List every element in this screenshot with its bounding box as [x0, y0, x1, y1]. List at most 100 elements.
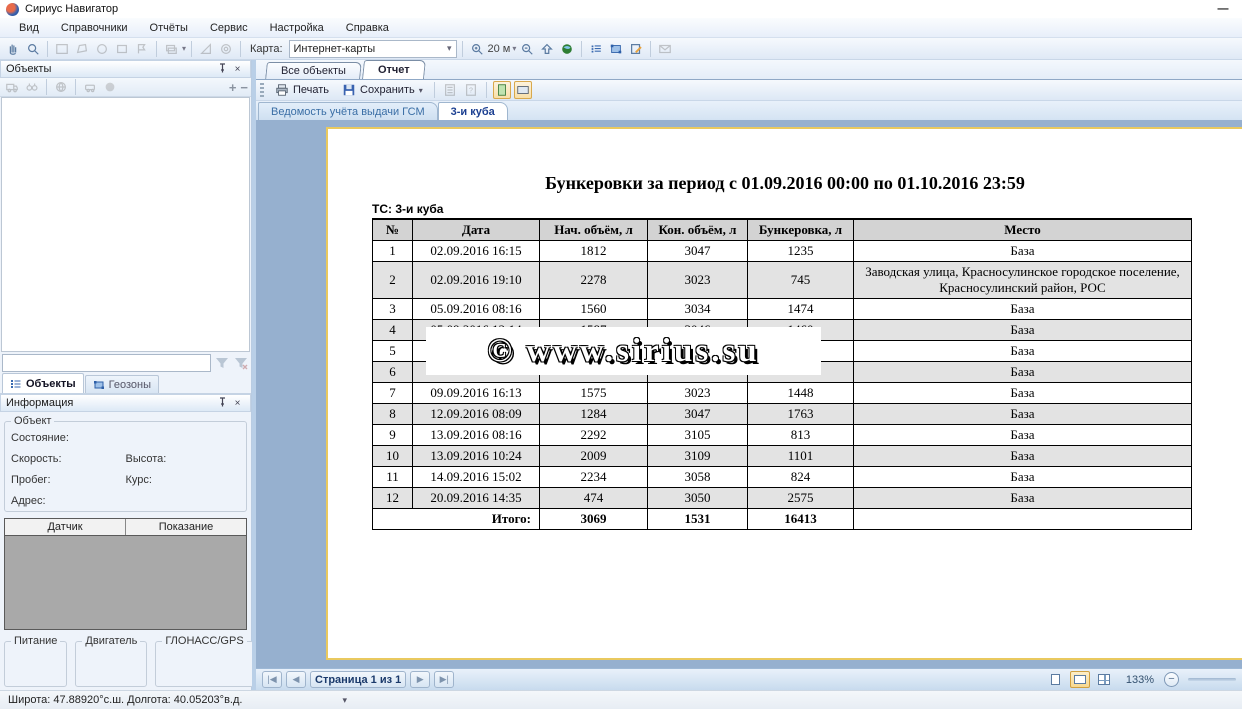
- route-flag-icon[interactable]: [133, 40, 151, 58]
- layers-caret-icon[interactable]: ▾: [182, 44, 186, 53]
- report-table-row: 812.09.2016 08:09128430471763База: [373, 404, 1192, 425]
- add-vehicle-icon[interactable]: [3, 78, 21, 96]
- filter-icon[interactable]: [214, 355, 230, 371]
- page-width-view-icon[interactable]: [514, 81, 532, 99]
- document-tabbar: Все объекты Отчет: [256, 60, 1242, 80]
- pan-hand-icon[interactable]: [4, 40, 22, 58]
- close-icon[interactable]: ×: [230, 398, 245, 409]
- collapse-all-icon[interactable]: −: [240, 80, 248, 95]
- tab-all-objects[interactable]: Все объекты: [265, 62, 362, 79]
- rect-select-icon[interactable]: [113, 40, 131, 58]
- menu-spravochniki[interactable]: Справочники: [50, 20, 139, 36]
- objects-list-icon[interactable]: [587, 40, 605, 58]
- floppy-icon: [342, 83, 356, 97]
- polygon-select-icon[interactable]: [73, 40, 91, 58]
- report-tabbar: Ведомость учёта выдачи ГСМ 3-и куба: [256, 101, 1242, 120]
- tab-geozones[interactable]: Геозоны: [85, 375, 159, 393]
- col-place: Место: [854, 219, 1192, 241]
- binoculars-icon[interactable]: [23, 78, 41, 96]
- expand-all-icon[interactable]: +: [229, 80, 237, 95]
- globe-small-icon[interactable]: [52, 78, 70, 96]
- follow-vehicle-icon[interactable]: [81, 78, 99, 96]
- clear-filter-icon[interactable]: [233, 355, 249, 371]
- objects-list-icon: [10, 378, 22, 390]
- page-setup-icon[interactable]: [441, 81, 459, 99]
- report-viewport[interactable]: Бункеровки за период с 01.09.2016 00:00 …: [256, 120, 1242, 668]
- print-button-label: Печать: [293, 84, 329, 96]
- single-page-view-button[interactable]: [1046, 671, 1066, 688]
- mail-icon[interactable]: [656, 40, 674, 58]
- objects-panel-header: Объекты ×: [0, 60, 251, 78]
- objects-panel-title: Объекты: [6, 63, 51, 75]
- report-table-row: 1114.09.2016 15:0222343058824База: [373, 467, 1192, 488]
- address-label: Адрес:: [11, 495, 240, 507]
- report-table-row: 202.09.2016 19:1022783023745Заводская ул…: [373, 262, 1192, 299]
- geozones-icon[interactable]: [607, 40, 625, 58]
- page-indicator: Страница 1 из 1: [310, 671, 406, 688]
- world-icon[interactable]: [101, 78, 119, 96]
- watermark: © www.sirius.su: [426, 327, 821, 375]
- objects-search-row: [0, 352, 251, 374]
- col-number: №: [373, 219, 413, 241]
- multi-page-view-button[interactable]: [1094, 671, 1114, 688]
- fit-width-view-button[interactable]: [1070, 671, 1090, 688]
- menu-vid[interactable]: Вид: [8, 20, 50, 36]
- circle-select-icon[interactable]: [93, 40, 111, 58]
- close-icon[interactable]: ×: [230, 64, 245, 75]
- zoom-in-icon[interactable]: [468, 40, 486, 58]
- whole-page-view-icon[interactable]: [493, 81, 511, 99]
- single-page-icon: [1051, 674, 1060, 685]
- minimize-button[interactable]: —: [1210, 3, 1236, 15]
- measure-angle-icon[interactable]: [197, 40, 215, 58]
- print-button[interactable]: Печать: [270, 82, 334, 98]
- objects-list[interactable]: [1, 97, 250, 352]
- engine-groupbox: Двигатель: [75, 635, 147, 687]
- prev-page-button[interactable]: ◀: [286, 671, 306, 688]
- geozone-icon: [93, 379, 105, 391]
- toolbar-grip: [260, 83, 264, 97]
- report-title: Бункеровки за период с 01.09.2016 00:00 …: [328, 173, 1242, 194]
- zoom-rect-icon[interactable]: [24, 40, 42, 58]
- objects-search-input[interactable]: [2, 354, 211, 372]
- glonass-gps-group-title: ГЛОНАСС/GPS: [162, 635, 246, 647]
- edit-report-icon[interactable]: [627, 40, 645, 58]
- zoom-percentage: 133%: [1126, 674, 1154, 686]
- track-icon[interactable]: [217, 40, 235, 58]
- sensor-table-body[interactable]: [5, 536, 246, 629]
- glonass-gps-groupbox: ГЛОНАСС/GPS: [155, 635, 253, 687]
- menu-otchety[interactable]: Отчёты: [139, 20, 199, 36]
- left-dock: Объекты × + −: [0, 60, 252, 690]
- menu-servis[interactable]: Сервис: [199, 20, 259, 36]
- next-page-button[interactable]: ▶: [410, 671, 430, 688]
- chevron-down-icon[interactable]: ▾: [342, 695, 347, 706]
- pin-icon[interactable]: [215, 63, 230, 76]
- report-toolbar: Печать Сохранить ▾ ?: [256, 80, 1242, 101]
- menu-nastroika[interactable]: Настройка: [259, 20, 335, 36]
- menu-spravka[interactable]: Справка: [335, 20, 400, 36]
- help-icon[interactable]: ?: [462, 81, 480, 99]
- zoom-slider[interactable]: [1188, 678, 1236, 681]
- map-source-combobox[interactable]: Интернет-карты ▾: [289, 40, 457, 58]
- power-group-title: Питание: [11, 635, 60, 647]
- objects-toolbar: + −: [0, 78, 251, 97]
- zoom-out-button[interactable]: −: [1164, 672, 1179, 687]
- map-select-icon[interactable]: [53, 40, 71, 58]
- map-scale-dropdown[interactable]: 20 м ▾: [488, 43, 517, 55]
- last-page-button[interactable]: ▶|: [434, 671, 454, 688]
- tab-vedomost-gsm[interactable]: Ведомость учёта выдачи ГСМ: [258, 102, 438, 120]
- globe-icon[interactable]: [558, 40, 576, 58]
- report-page: Бункеровки за период с 01.09.2016 00:00 …: [326, 127, 1242, 660]
- report-subtitle: ТС: 3-и куба: [372, 202, 1242, 216]
- course-label: Курс:: [126, 474, 241, 486]
- info-panel-body: Объект Состояние: Скорость: Высота: Проб…: [0, 412, 251, 514]
- tab-report[interactable]: Отчет: [362, 60, 426, 79]
- layers-icon[interactable]: [162, 40, 180, 58]
- home-view-icon[interactable]: [538, 40, 556, 58]
- tab-objects[interactable]: Объекты: [2, 373, 84, 393]
- save-button[interactable]: Сохранить ▾: [337, 82, 428, 98]
- zoom-out-icon[interactable]: [518, 40, 536, 58]
- tab-3i-kuba[interactable]: 3-и куба: [438, 102, 508, 120]
- pin-icon[interactable]: [215, 397, 230, 410]
- sensor-value-col-header: Показание: [125, 519, 246, 535]
- first-page-button[interactable]: |◀: [262, 671, 282, 688]
